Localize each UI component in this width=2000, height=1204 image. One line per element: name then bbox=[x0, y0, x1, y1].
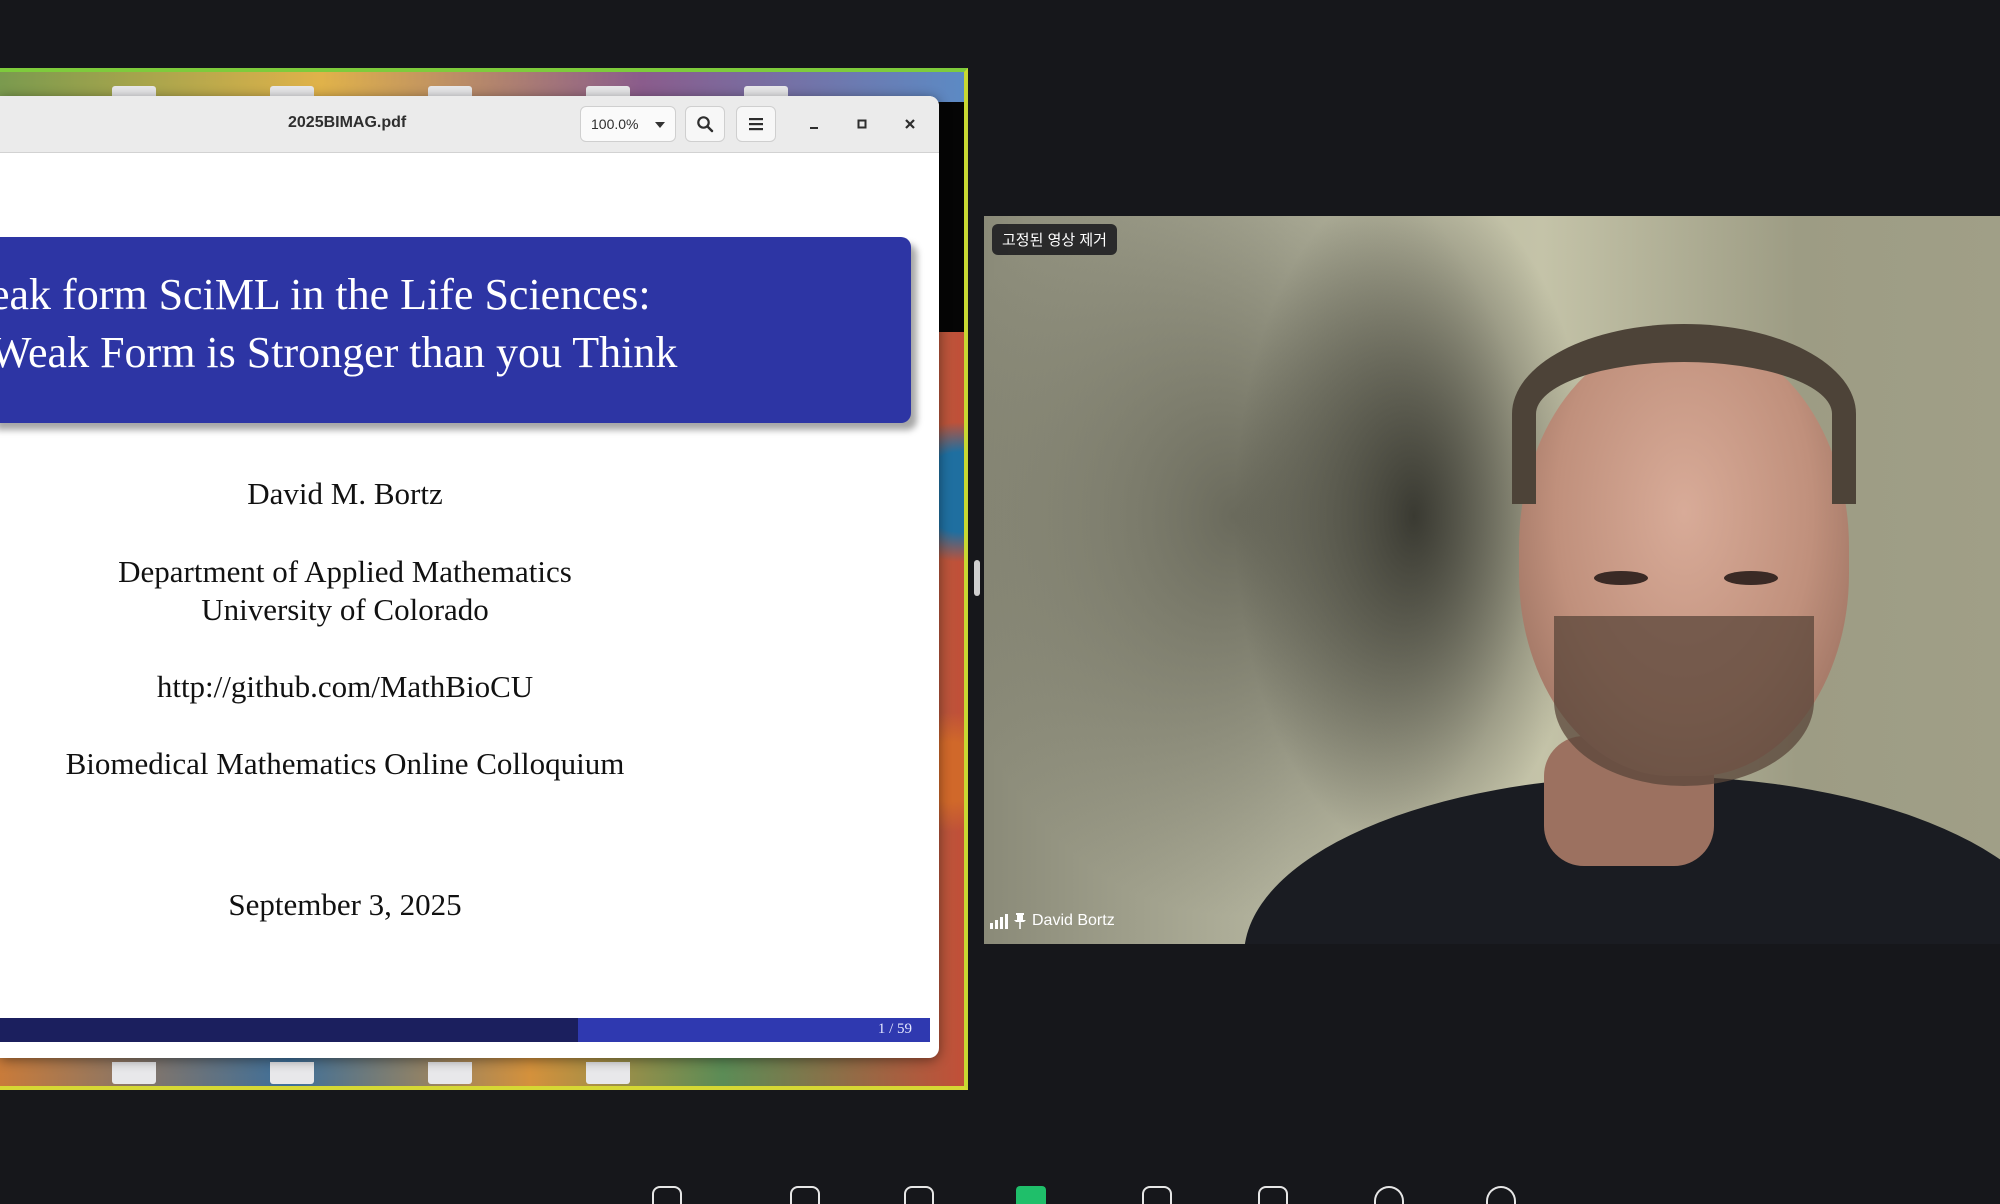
maximize-icon bbox=[857, 119, 867, 129]
apps-icon[interactable] bbox=[1258, 1186, 1288, 1204]
viewer-titlebar[interactable]: 2025BIMAG.pdf 100.0% bbox=[0, 96, 939, 153]
share-screen-icon[interactable] bbox=[1016, 1186, 1046, 1204]
desktop-file-icon bbox=[428, 1062, 472, 1084]
menu-button[interactable] bbox=[736, 106, 776, 142]
page-indicator: 1 / 59 bbox=[877, 1021, 912, 1037]
zoom-value: 100.0% bbox=[591, 116, 639, 132]
chevron-down-icon bbox=[655, 122, 665, 128]
document-title: 2025BIMAG.pdf bbox=[288, 114, 407, 131]
participants-icon[interactable] bbox=[652, 1186, 682, 1204]
chat-icon[interactable] bbox=[790, 1186, 820, 1204]
slide-author: David M. Bortz bbox=[247, 476, 443, 511]
slide-title-line-2: Weak Form is Stronger than you Think bbox=[0, 328, 678, 377]
video-person-beard bbox=[1554, 616, 1814, 786]
minimize-icon bbox=[810, 127, 818, 129]
reactions-icon[interactable] bbox=[904, 1186, 934, 1204]
participant-name-tag: David Bortz bbox=[990, 912, 1115, 930]
close-icon bbox=[905, 119, 915, 129]
pin-icon bbox=[1014, 913, 1026, 929]
video-person-eye bbox=[1724, 571, 1778, 585]
slide-university: University of Colorado bbox=[201, 592, 489, 627]
desktop-file-icon bbox=[112, 1062, 156, 1084]
slide-department: Department of Applied Mathematics bbox=[118, 554, 572, 589]
hamburger-menu-icon bbox=[749, 118, 763, 131]
video-person-hair bbox=[1512, 324, 1856, 504]
split-resize-handle[interactable] bbox=[974, 560, 980, 596]
slide-title-box: eak form SciML in the Life Sciences: Wea… bbox=[0, 237, 911, 423]
slide-url: http://github.com/MathBioCU bbox=[156, 669, 534, 704]
ai-companion-icon[interactable] bbox=[1142, 1186, 1172, 1204]
slide-footer-right: 1 / 59 bbox=[578, 1018, 930, 1042]
desktop-file-icon bbox=[270, 1062, 314, 1084]
unpin-video-button[interactable]: 고정된 영상 제거 bbox=[992, 224, 1117, 255]
slide-date: September 3, 2025 bbox=[228, 887, 462, 922]
slide-footer-left bbox=[0, 1018, 578, 1042]
search-icon bbox=[697, 116, 714, 133]
signal-strength-icon bbox=[990, 913, 1008, 929]
pdf-viewer-window[interactable]: 2025BIMAG.pdf 100.0% eak form SciML in t… bbox=[0, 96, 939, 1058]
search-button[interactable] bbox=[685, 106, 725, 142]
video-person-eye bbox=[1594, 571, 1648, 585]
participant-name: David Bortz bbox=[1032, 912, 1115, 929]
pdf-page[interactable]: eak form SciML in the Life Sciences: Wea… bbox=[0, 156, 932, 1053]
slide-event: Biomedical Mathematics Online Colloquium bbox=[65, 746, 625, 781]
zoom-dropdown[interactable]: 100.0% bbox=[580, 106, 676, 142]
slide-title-line-1: eak form SciML in the Life Sciences: bbox=[0, 270, 651, 319]
desktop-file-icon bbox=[586, 1062, 630, 1084]
maximize-button[interactable] bbox=[848, 110, 876, 138]
close-button[interactable] bbox=[896, 110, 924, 138]
participant-video-tile[interactable]: 고정된 영상 제거 David Bortz bbox=[984, 216, 2000, 944]
leave-icon[interactable] bbox=[1486, 1186, 1516, 1204]
minimize-button[interactable] bbox=[800, 110, 828, 138]
more-options-icon[interactable] bbox=[1374, 1186, 1404, 1204]
